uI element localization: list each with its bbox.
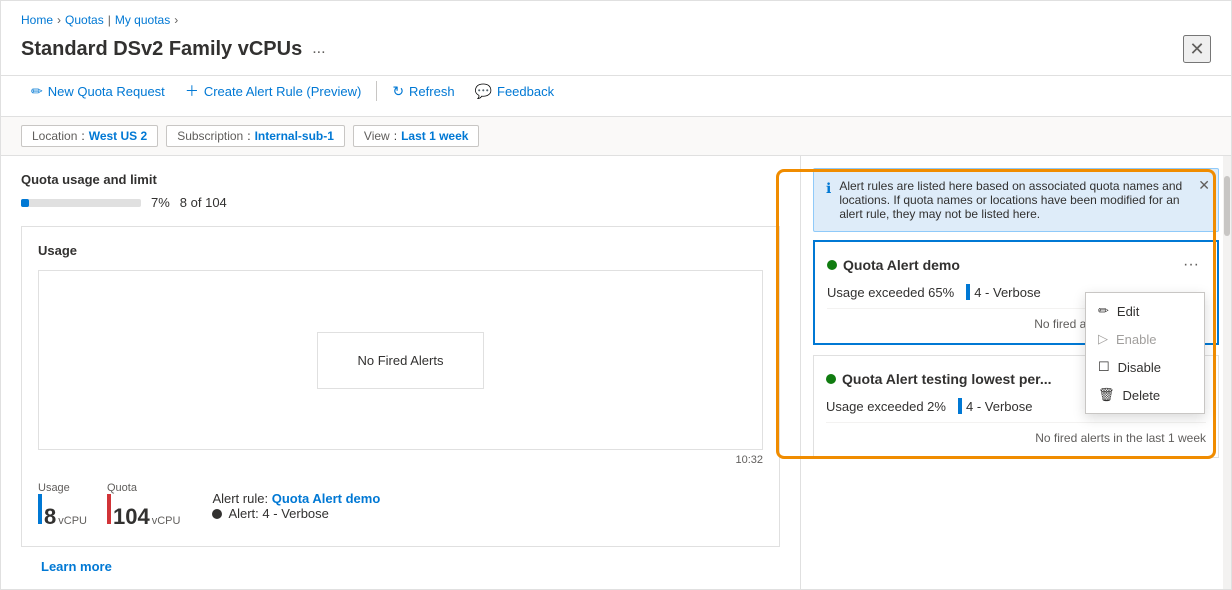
context-menu-delete[interactable]: 🗑 Delete: [1086, 381, 1204, 409]
info-icon: ℹ: [826, 180, 831, 197]
plus-icon: ＋: [185, 81, 199, 101]
delete-icon: 🗑: [1098, 387, 1115, 403]
usage-bar-indicator: [38, 494, 42, 524]
no-fired-alerts-label: No Fired Alerts: [317, 332, 485, 389]
severity-bar-1: [966, 284, 970, 300]
info-banner: ℹ Alert rules are listed here based on a…: [813, 168, 1219, 232]
legend-usage: Usage 8 vCPU: [38, 482, 87, 530]
new-quota-request-button[interactable]: ✏ New Quota Request: [21, 78, 175, 105]
chart-area: No Fired Alerts: [38, 270, 763, 450]
progress-percent: 7%: [151, 195, 170, 210]
breadcrumb: Home › Quotas | My quotas ›: [21, 13, 1211, 27]
filter-bar: Location : West US 2 Subscription : Inte…: [1, 116, 1231, 156]
learn-more-section: Learn more: [21, 547, 780, 574]
chart-legend: Usage 8 vCPU Quota 104 vCPU: [38, 482, 763, 530]
alert-card-1[interactable]: Quota Alert demo ··· Usage exceeded 65% …: [813, 240, 1219, 345]
scrollbar-thumb: [1224, 176, 1230, 236]
progress-count: 8 of 104: [180, 195, 227, 210]
quota-bar-indicator: [107, 494, 111, 524]
progress-row: 7% 8 of 104: [21, 195, 780, 210]
breadcrumb-quotas[interactable]: Quotas: [65, 13, 104, 27]
feedback-icon: 💬: [475, 83, 492, 100]
alert-cards-list: Quota Alert demo ··· Usage exceeded 65% …: [801, 240, 1231, 589]
chart-title: Usage: [38, 243, 763, 258]
pencil-icon: ✏: [31, 83, 43, 100]
title-more-options[interactable]: ...: [312, 40, 325, 58]
progress-bar-fill: [21, 199, 29, 207]
chart-x-axis: 10:32: [38, 450, 763, 470]
card-1-more-options[interactable]: ···: [1177, 254, 1205, 276]
chart-section: Usage No Fired Alerts 10:32 Usage 8 vCPU: [21, 226, 780, 547]
alert-item: Alert: 4 - Verbose: [212, 506, 380, 521]
alert-card-1-title: Quota Alert demo: [827, 257, 960, 273]
learn-more-link[interactable]: Learn more: [41, 559, 112, 574]
location-filter[interactable]: Location : West US 2: [21, 125, 158, 147]
legend-quota: Quota 104 vCPU: [107, 482, 180, 530]
feedback-button[interactable]: 💬 Feedback: [465, 78, 565, 105]
severity-badge-2: 4 - Verbose: [958, 398, 1033, 414]
alert-indicator-dot: [212, 509, 222, 519]
create-alert-rule-button[interactable]: ＋ Create Alert Rule (Preview): [175, 76, 372, 106]
page-title: Standard DSv2 Family vCPUs: [21, 38, 302, 61]
quota-section-title: Quota usage and limit: [21, 172, 780, 187]
breadcrumb-home[interactable]: Home: [21, 13, 53, 27]
edit-icon: ✏: [1098, 303, 1109, 319]
toolbar: ✏ New Quota Request ＋ Create Alert Rule …: [1, 76, 1231, 116]
severity-badge-1: 4 - Verbose: [966, 284, 1041, 300]
severity-bar-2: [958, 398, 962, 414]
subscription-filter[interactable]: Subscription : Internal-sub-1: [166, 125, 345, 147]
legend-alert-rule: Alert rule: Quota Alert demo Alert: 4 - …: [212, 491, 380, 521]
context-menu-disable[interactable]: ☐ Disable: [1086, 353, 1204, 381]
alert-card-2-footer: No fired alerts in the last 1 week: [826, 422, 1206, 445]
context-menu-edit[interactable]: ✏ Edit: [1086, 297, 1204, 325]
context-menu-enable: ▷ Enable: [1086, 325, 1204, 353]
left-panel: Quota usage and limit 7% 8 of 104 Usage …: [1, 156, 801, 589]
enable-icon: ▷: [1098, 331, 1108, 347]
alert-rule-link[interactable]: Quota Alert demo: [272, 491, 381, 506]
refresh-icon: ↻: [392, 83, 404, 100]
view-filter[interactable]: View : Last 1 week: [353, 125, 480, 147]
right-scrollbar[interactable]: [1223, 156, 1231, 589]
toolbar-separator: [376, 81, 377, 101]
context-menu: ✏ Edit ▷ Enable ☐ Disable 🗑: [1085, 292, 1205, 414]
breadcrumb-my-quotas[interactable]: My quotas: [115, 13, 170, 27]
progress-bar-container: [21, 199, 141, 207]
right-panel: ℹ Alert rules are listed here based on a…: [801, 156, 1231, 589]
disable-icon: ☐: [1098, 359, 1110, 375]
close-button[interactable]: ✕: [1183, 35, 1211, 63]
status-dot-1: [827, 260, 837, 270]
close-info-banner-button[interactable]: ✕: [1198, 177, 1210, 194]
refresh-button[interactable]: ↻ Refresh: [382, 78, 464, 105]
status-dot-2: [826, 374, 836, 384]
alert-card-2-title: Quota Alert testing lowest per...: [826, 371, 1052, 387]
